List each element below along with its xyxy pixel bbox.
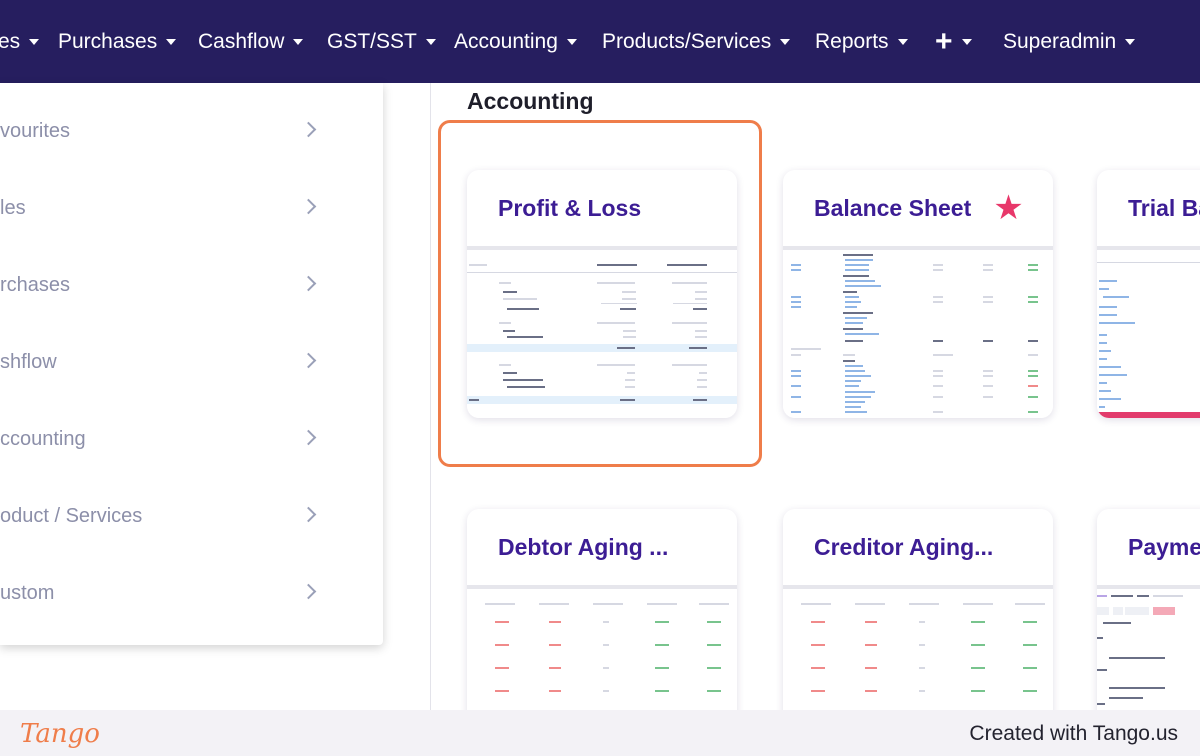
menu-item-label: oduct / Services: [0, 504, 143, 527]
nav-label: Purchases: [58, 30, 158, 53]
caret-down-icon: [897, 39, 908, 45]
caret-down-icon: [29, 39, 40, 45]
card-header: Debtor Aging ...: [467, 509, 737, 589]
plus-icon: +: [935, 25, 953, 58]
chevron-right-icon: [301, 504, 319, 526]
nav-item-reports[interactable]: Reports: [815, 26, 908, 58]
card-title: Payme: [1128, 533, 1200, 560]
nav-label: Accounting: [454, 30, 558, 53]
caret-down-icon: [1125, 39, 1136, 45]
menu-item-sales[interactable]: les: [0, 188, 383, 228]
card-header: Trial Ba: [1097, 170, 1200, 250]
panel-divider: [430, 83, 431, 710]
card-header: Balance Sheet ★: [783, 170, 1053, 250]
report-card-creditor-aging[interactable]: Creditor Aging...: [783, 509, 1053, 710]
report-card-balance-sheet[interactable]: Balance Sheet ★: [783, 170, 1053, 418]
nav-item-accounting[interactable]: Accounting: [454, 26, 577, 58]
menu-item-cashflow[interactable]: shflow: [0, 342, 383, 382]
chevron-right-icon: [301, 350, 319, 372]
nav-label: Superadmin: [1003, 30, 1117, 53]
report-preview-thumbnail: [783, 589, 1053, 710]
menu-item-label: ccounting: [0, 427, 86, 450]
menu-item-label: ustom: [0, 581, 55, 604]
report-card-debtor-aging[interactable]: Debtor Aging ...: [467, 509, 737, 710]
tango-logo: Tango: [20, 719, 100, 749]
menu-item-accounting[interactable]: ccounting: [0, 419, 383, 459]
chevron-right-icon: [301, 427, 319, 449]
nav-label: Cashflow: [198, 30, 285, 53]
report-preview-thumbnail: [783, 250, 1053, 418]
nav-label: es: [0, 30, 21, 53]
caret-down-icon: [566, 39, 577, 45]
card-title: Creditor Aging...: [814, 533, 994, 560]
menu-item-label: rchases: [0, 273, 71, 296]
report-card-trial-balance[interactable]: Trial Ba: [1097, 170, 1200, 418]
nav-item-cashflow[interactable]: Cashflow: [198, 26, 304, 58]
menu-item-product-services[interactable]: oduct / Services: [0, 496, 383, 536]
reports-dropdown-menu: vourites les rchases shflow ccounting od…: [0, 83, 383, 645]
menu-item-favourites[interactable]: vourites: [0, 111, 383, 151]
star-favourite-icon[interactable]: ★: [993, 191, 1023, 225]
menu-item-label: vourites: [0, 119, 71, 142]
report-card-payments[interactable]: Payme: [1097, 509, 1200, 710]
menu-item-purchases[interactable]: rchases: [0, 265, 383, 305]
caret-down-icon: [961, 39, 972, 45]
nav-item-purchases[interactable]: Purchases: [58, 26, 177, 58]
card-title: Trial Ba: [1128, 194, 1200, 221]
tango-footer: Tango Created with Tango.us: [0, 710, 1200, 756]
app-window: es Purchases Cashflow GST/SST Accounting…: [0, 0, 1200, 710]
created-with-credit: Created with Tango.us: [969, 722, 1178, 745]
nav-label: Reports: [815, 30, 889, 53]
nav-item-superadmin[interactable]: Superadmin: [1003, 26, 1136, 58]
nav-item-sales[interactable]: es: [0, 26, 40, 58]
caret-down-icon: [780, 39, 791, 45]
report-preview-thumbnail: [467, 589, 737, 710]
nav-item-products-services[interactable]: Products/Services: [602, 26, 791, 58]
chevron-right-icon: [301, 119, 319, 141]
chevron-right-icon: [301, 581, 319, 603]
chevron-right-icon: [301, 196, 319, 218]
caret-down-icon: [166, 39, 177, 45]
menu-item-label: shflow: [0, 350, 57, 373]
menu-item-label: les: [0, 196, 26, 219]
top-navigation-bar: es Purchases Cashflow GST/SST Accounting…: [0, 0, 1200, 83]
section-title: Accounting: [467, 88, 594, 114]
caret-down-icon: [293, 39, 304, 45]
card-header: Payme: [1097, 509, 1200, 589]
card-title: Balance Sheet: [814, 194, 972, 221]
step-highlight-box: [438, 120, 762, 467]
caret-down-icon: [425, 39, 436, 45]
menu-item-custom[interactable]: ustom: [0, 573, 383, 613]
chevron-right-icon: [301, 273, 319, 295]
nav-item-gst-sst[interactable]: GST/SST: [327, 26, 436, 58]
nav-label: GST/SST: [327, 30, 417, 53]
nav-label: Products/Services: [602, 30, 772, 53]
report-preview-thumbnail: [1097, 250, 1200, 418]
card-header: Creditor Aging...: [783, 509, 1053, 589]
nav-item-add[interactable]: +: [935, 26, 972, 58]
card-title: Debtor Aging ...: [498, 533, 669, 560]
report-preview-thumbnail: [1097, 589, 1200, 710]
